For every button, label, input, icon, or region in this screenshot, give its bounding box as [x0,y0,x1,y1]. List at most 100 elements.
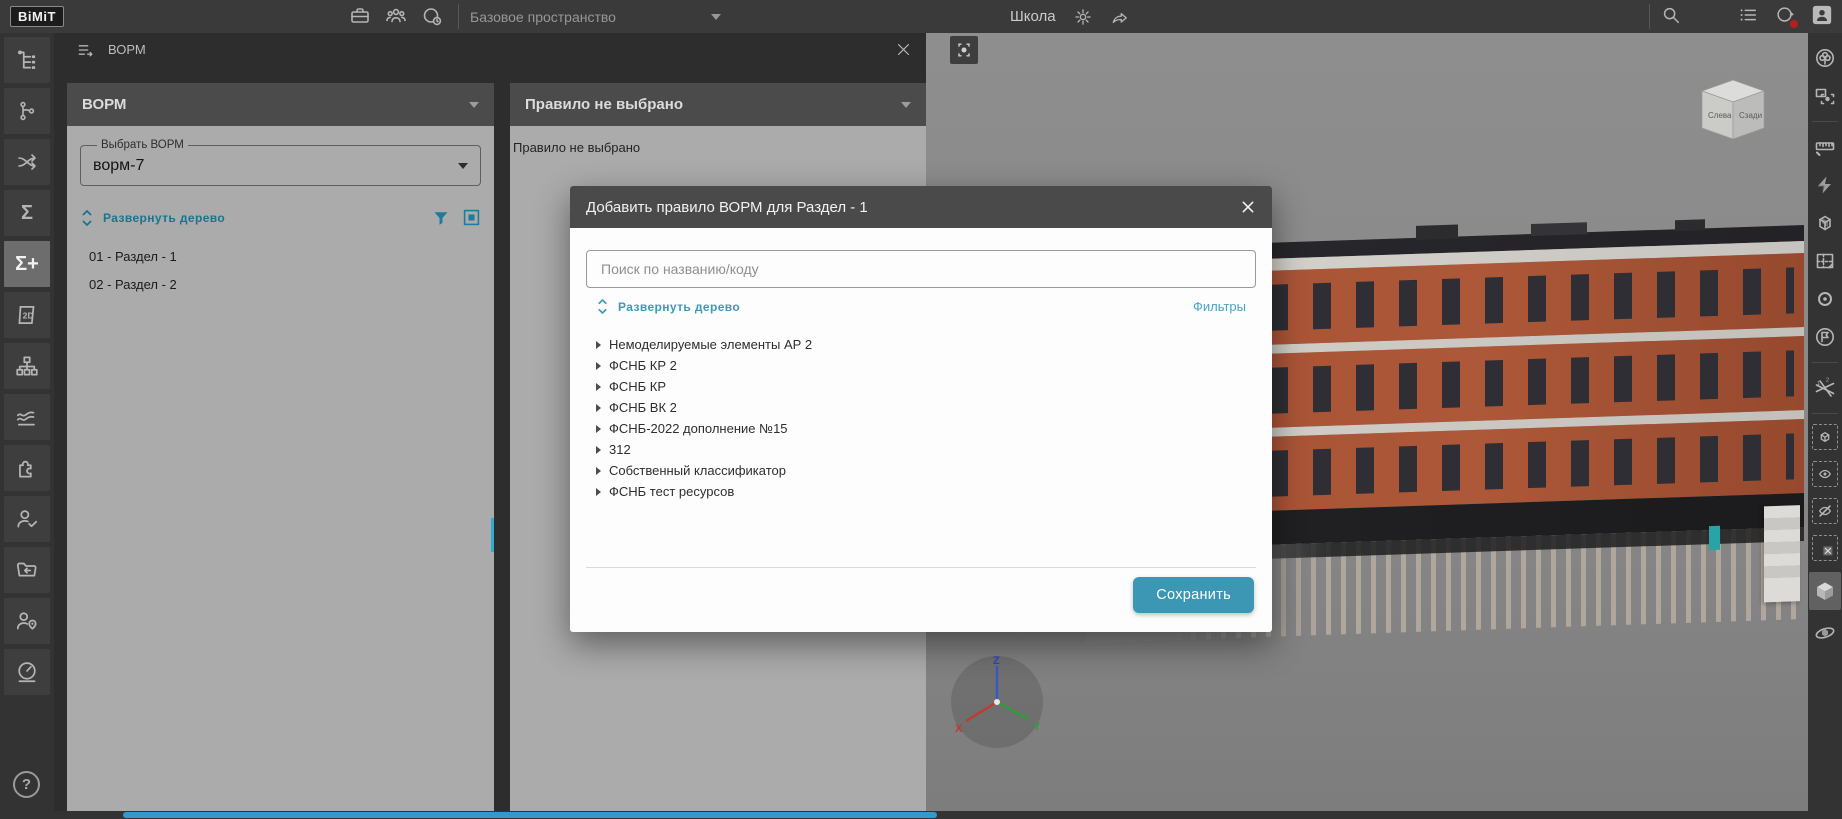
axis-gizmo[interactable]: Z X Y [949,654,1045,750]
vorm-tree: 01 - Раздел - 1 02 - Раздел - 2 [80,243,481,299]
classifier-tree-item[interactable]: ФСНБ ВК 2 [596,397,1246,418]
capture-view-icon[interactable] [950,36,978,64]
tool-axes-grid[interactable]: 12 [1810,373,1840,403]
vorm-select-label: Выбрать ВОРМ [101,139,184,151]
panel-group-strip: ВОРМ [54,33,926,66]
chevron-down-icon [901,101,911,108]
tool-structure[interactable] [4,343,50,389]
project-settings-icon[interactable] [1073,7,1093,27]
gizmo-z-label: Z [993,655,1000,667]
classifier-tree-item[interactable]: 312 [596,439,1246,460]
expand-collapse-icon[interactable] [596,299,609,314]
vorm-select[interactable]: Выбрать ВОРМ ворм-7 [80,139,481,186]
right-toolbar: 12 [1808,33,1842,819]
tool-2d-view[interactable]: 2D [4,292,50,338]
dialog-footer-divider [586,567,1256,568]
tool-versions[interactable] [4,88,50,134]
tool-orbit-mode[interactable] [1810,618,1840,648]
tool-shuffle[interactable] [4,139,50,185]
tool-flash-section[interactable] [1810,170,1840,200]
nav-cube-back-label: Сзади [1739,111,1762,120]
horizontal-scrollbar[interactable] [123,812,937,818]
tool-model-view[interactable] [1809,572,1841,610]
panel-resize-handle[interactable] [491,518,494,552]
classifier-tree: Немоделируемые элементы АР 2 ФСНБ КР 2 Ф… [596,334,1246,502]
tool-plugins[interactable] [4,445,50,491]
tree-expand-icon[interactable] [596,361,601,370]
vorm-panel-header[interactable]: ВОРМ [67,83,494,126]
rooftop-unit [1416,224,1459,240]
classifier-tree-item[interactable]: ФСНБ-2022 дополнение №15 [596,418,1246,439]
dialog-header: Добавить правило ВОРМ для Раздел - 1 [570,186,1272,228]
tool-sigma[interactable]: Σ [4,190,50,236]
tool-floor-plan[interactable] [1810,246,1840,276]
frame-select-icon[interactable] [462,208,481,227]
vorm-panel: ВОРМ Выбрать ВОРМ ворм-7 Развернуть дере… [67,83,494,811]
bottom-bar [0,811,1842,819]
filters-link[interactable]: Фильтры [1193,299,1246,314]
classifier-tree-item[interactable]: ФСНБ тест ресурсов [596,481,1246,502]
save-button[interactable]: Сохранить [1133,577,1254,613]
tool-sigma-plus[interactable]: Σ+ [4,241,50,287]
gizmo-x-label: X [955,723,963,735]
nav-cube-left-label: Слева [1708,111,1732,120]
vorm-tree-item[interactable]: 01 - Раздел - 1 [80,243,481,271]
tool-user-approve[interactable] [4,496,50,542]
gizmo-y-label: Y [1033,721,1041,733]
expand-collapse-icon[interactable] [80,209,94,226]
notification-badge [1790,20,1798,28]
tool-environment[interactable] [1810,43,1840,73]
search-input[interactable] [586,250,1256,288]
help-button[interactable]: ? [13,771,40,798]
tree-expand-icon[interactable] [596,403,601,412]
tool-user-location[interactable] [4,598,50,644]
navigation-cube[interactable]: Слева Сзади [1696,75,1770,149]
user-avatar[interactable] [1811,4,1833,26]
dialog-title: Добавить правило ВОРМ для Раздел - 1 [586,198,868,216]
svg-text:2D: 2D [23,310,34,320]
tool-clear-selection[interactable] [1812,535,1838,561]
classifier-tree-item[interactable]: ФСНБ КР [596,376,1246,397]
classifier-tree-item[interactable]: Немоделируемые элементы АР 2 [596,334,1246,355]
tool-capture-region[interactable] [1810,81,1840,111]
rule-panel-header[interactable]: Правило не выбрано [510,83,926,126]
tool-show-selected[interactable] [1812,461,1838,487]
projects-icon[interactable] [348,4,372,28]
tree-expand-icon[interactable] [596,424,601,433]
tool-isolate-box[interactable] [1812,424,1838,450]
svg-text:2: 2 [1826,378,1829,384]
team-icon[interactable] [384,4,408,28]
vorm-tree-item[interactable]: 02 - Раздел - 2 [80,271,481,299]
filter-icon[interactable] [432,209,450,227]
tree-expand-icon[interactable] [596,340,601,349]
tree-expand-icon[interactable] [596,382,601,391]
expand-tree-link[interactable]: Развернуть дерево [103,211,225,225]
notifications-icon[interactable] [1774,4,1798,28]
tool-issue-flag[interactable] [1810,322,1840,352]
building-stairs [1764,505,1800,603]
share-icon[interactable] [1110,7,1130,27]
modal-expand-tree-link[interactable]: Развернуть дерево [618,300,740,314]
tree-expand-icon[interactable] [596,445,601,454]
add-vorm-rule-dialog: Добавить правило ВОРМ для Раздел - 1 Раз… [570,186,1272,632]
close-panel-icon[interactable] [895,41,912,58]
task-list-icon[interactable] [1737,4,1759,26]
tool-hide-selected[interactable] [1812,498,1838,524]
close-icon[interactable] [1240,199,1256,215]
search-icon[interactable] [1660,4,1682,26]
tool-model-tree[interactable] [4,37,50,83]
classifier-tree-item[interactable]: Собственный классификатор [596,460,1246,481]
workspace-select[interactable]: Базовое пространство [470,0,721,33]
tool-section-box[interactable] [1810,208,1840,238]
classifier-tree-item[interactable]: ФСНБ КР 2 [596,355,1246,376]
tree-expand-icon[interactable] [596,466,601,475]
tool-dashboard[interactable] [4,649,50,695]
panel-menu-icon[interactable] [76,40,96,60]
tool-locate[interactable] [1810,284,1840,314]
status-icon[interactable] [420,4,444,28]
tree-expand-icon[interactable] [596,487,601,496]
tool-folder-transfer[interactable] [4,547,50,593]
tool-trends[interactable] [4,394,50,440]
tool-measure[interactable] [1810,132,1840,162]
app-logo[interactable]: BiMiT [10,6,64,27]
